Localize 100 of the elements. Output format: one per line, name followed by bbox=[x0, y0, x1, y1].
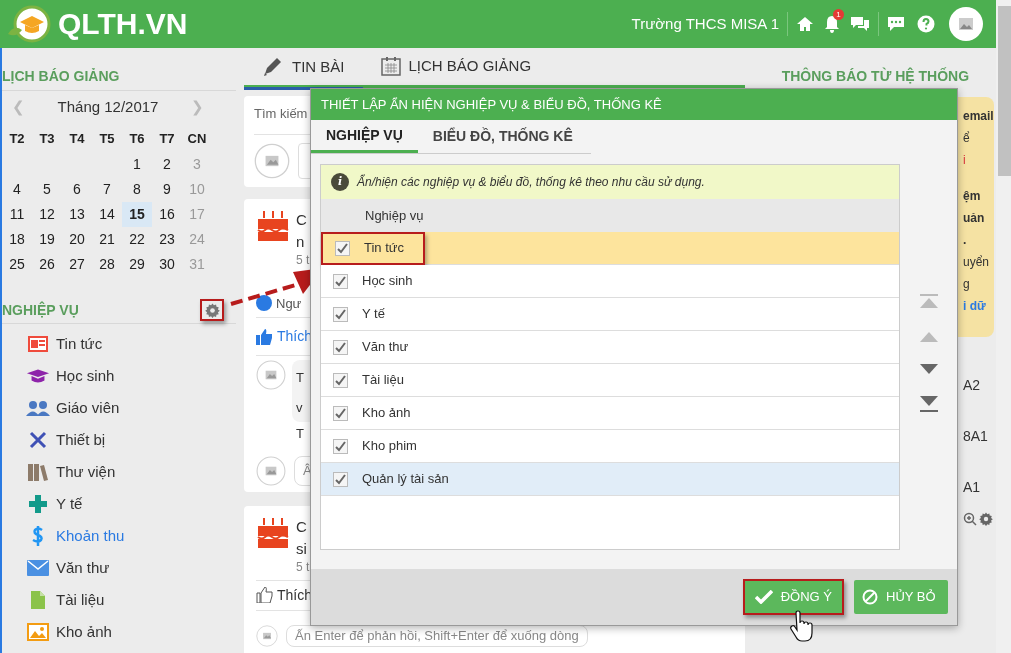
calendar-day[interactable]: 5 bbox=[32, 177, 62, 202]
weekday-label: T5 bbox=[98, 129, 116, 148]
section-title: THÔNG BÁO TỪ HỆ THỐNG bbox=[780, 66, 971, 86]
calendar-day[interactable]: 7 bbox=[92, 177, 122, 202]
module-item[interactable]: Thiết bị bbox=[26, 424, 236, 456]
class-label: A1 bbox=[963, 478, 982, 497]
envelope-icon bbox=[26, 560, 50, 576]
calendar-day[interactable]: 26 bbox=[32, 252, 62, 277]
chat-icon[interactable] bbox=[850, 16, 870, 32]
tab[interactable]: BIỂU ĐỒ, THỐNG KÊ bbox=[417, 120, 588, 153]
calendar-day[interactable]: 6 bbox=[62, 177, 92, 202]
logo-text: QLTH.VN bbox=[58, 9, 188, 39]
calendar-day[interactable]: 13 bbox=[62, 202, 92, 227]
weekday-label: T2 bbox=[8, 129, 26, 148]
section-title: NGHIỆP VỤ bbox=[2, 300, 79, 320]
checkmark-icon bbox=[754, 590, 773, 604]
calendar-day[interactable]: 19 bbox=[32, 227, 62, 252]
calendar-day[interactable]: 14 bbox=[92, 202, 122, 227]
reply-text: T bbox=[296, 425, 305, 443]
section-title: LỊCH BÁO GIẢNG bbox=[2, 66, 236, 91]
tab[interactable]: NGHIỆP VỤ bbox=[311, 120, 418, 153]
zoom-in-icon[interactable] bbox=[963, 512, 977, 526]
checkbox[interactable] bbox=[333, 306, 348, 322]
dialog-title: THIẾT LẬP ẨN HIỆN NGHIỆP VỤ & BIỂU ĐỒ, THỐNG KÊ bbox=[311, 89, 957, 120]
thumbs-up-icon bbox=[256, 587, 273, 603]
comment-text: v bbox=[296, 398, 304, 417]
home-icon[interactable] bbox=[796, 16, 814, 32]
calendar-day[interactable]: 4 bbox=[2, 177, 32, 202]
settings-icon[interactable] bbox=[979, 512, 993, 526]
calendar-day[interactable]: 30 bbox=[152, 252, 182, 277]
weekday-label: T3 bbox=[38, 129, 56, 148]
module-item[interactable]: Thư viện bbox=[26, 456, 236, 488]
info-icon: i bbox=[331, 173, 349, 191]
module-item[interactable]: Học sinh bbox=[26, 360, 236, 392]
help-icon[interactable] bbox=[917, 15, 935, 33]
notice-text: uyển bbox=[963, 254, 991, 271]
table-row[interactable]: Tin tức bbox=[321, 232, 899, 265]
image-icon bbox=[26, 623, 50, 641]
month-label: Tháng 12/2017 bbox=[57, 97, 159, 117]
module-item[interactable]: Tin tức bbox=[26, 328, 236, 360]
post-time: 5 t bbox=[296, 252, 310, 267]
books-icon bbox=[26, 463, 50, 481]
checkbox[interactable] bbox=[333, 372, 348, 388]
cake-icon bbox=[256, 515, 290, 550]
calendar-day[interactable]: 23 bbox=[152, 227, 182, 252]
plus-icon bbox=[26, 494, 50, 514]
bell-icon[interactable] bbox=[824, 15, 840, 33]
scrollbar[interactable] bbox=[995, 0, 1011, 653]
checkbox[interactable] bbox=[335, 240, 350, 256]
people-icon bbox=[26, 400, 50, 416]
calendar-day[interactable]: 18 bbox=[2, 227, 32, 252]
calendar-day[interactable]: 16 bbox=[152, 202, 182, 227]
module-item[interactable]: Kho ảnh bbox=[26, 616, 236, 648]
calendar-day[interactable]: 27 bbox=[62, 252, 92, 277]
module-item[interactable]: Y tế bbox=[26, 488, 236, 520]
module-item[interactable]: Văn thư bbox=[26, 552, 236, 584]
calendar-day[interactable]: 21 bbox=[92, 227, 122, 252]
calendar-day[interactable]: 29 bbox=[122, 252, 152, 277]
avatar-icon bbox=[254, 142, 290, 179]
calendar-day[interactable]: 22 bbox=[122, 227, 152, 252]
checkbox[interactable] bbox=[333, 438, 348, 454]
notification-badge: 1 bbox=[833, 9, 844, 20]
module-item[interactable]: Khoản thu bbox=[26, 520, 236, 552]
move-bottom-icon[interactable] bbox=[920, 396, 938, 412]
notice-text: g bbox=[963, 276, 971, 293]
comment-author: T bbox=[296, 369, 305, 387]
notice-text: i bbox=[963, 152, 967, 169]
newspaper-icon bbox=[26, 336, 50, 352]
pencil-icon bbox=[262, 57, 284, 77]
calendar-day[interactable]: 28 bbox=[92, 252, 122, 277]
calendar-day[interactable]: 11 bbox=[2, 202, 32, 227]
calendar-day[interactable]: 1 bbox=[122, 152, 152, 177]
weekday-label: T4 bbox=[68, 129, 86, 148]
calendar-day[interactable]: 9 bbox=[152, 177, 182, 202]
calendar-day[interactable]: 12 bbox=[32, 202, 62, 227]
module-item[interactable]: Tài liệu bbox=[26, 584, 236, 616]
graduation-cap-icon bbox=[26, 368, 50, 384]
school-name: Trường THCS MISA 1 bbox=[631, 13, 779, 34]
calendar-day[interactable]: 2 bbox=[152, 152, 182, 177]
tab[interactable]: LỊCH BÁO GIẢNG bbox=[362, 47, 550, 85]
calendar-day[interactable]: 15 bbox=[122, 202, 152, 227]
post-title: n bbox=[296, 231, 306, 252]
weekday-label: CN bbox=[186, 129, 208, 148]
checkbox[interactable] bbox=[333, 405, 348, 421]
post-title: si bbox=[296, 538, 308, 559]
message-icon[interactable] bbox=[887, 16, 905, 32]
checkbox[interactable] bbox=[333, 273, 348, 289]
calendar-day[interactable]: 8 bbox=[122, 177, 152, 202]
table-row[interactable]: Quản lý tài sản bbox=[321, 463, 899, 496]
settings-button[interactable] bbox=[200, 299, 224, 321]
info-text: Ẩn/hiện các nghiệp vụ & biểu đồ, thống kê theo nhu cầu sử dụng. bbox=[357, 173, 705, 191]
calendar-day[interactable]: 25 bbox=[2, 252, 32, 277]
calendar-day[interactable]: 20 bbox=[62, 227, 92, 252]
notice-text: ể bbox=[963, 130, 971, 147]
move-down-icon[interactable] bbox=[920, 364, 938, 374]
module-item[interactable]: Giáo viên bbox=[26, 392, 236, 424]
checkbox[interactable] bbox=[333, 339, 348, 355]
checkbox[interactable] bbox=[333, 471, 348, 487]
calendar-icon bbox=[380, 56, 401, 76]
weekday-label: T6 bbox=[128, 129, 146, 148]
